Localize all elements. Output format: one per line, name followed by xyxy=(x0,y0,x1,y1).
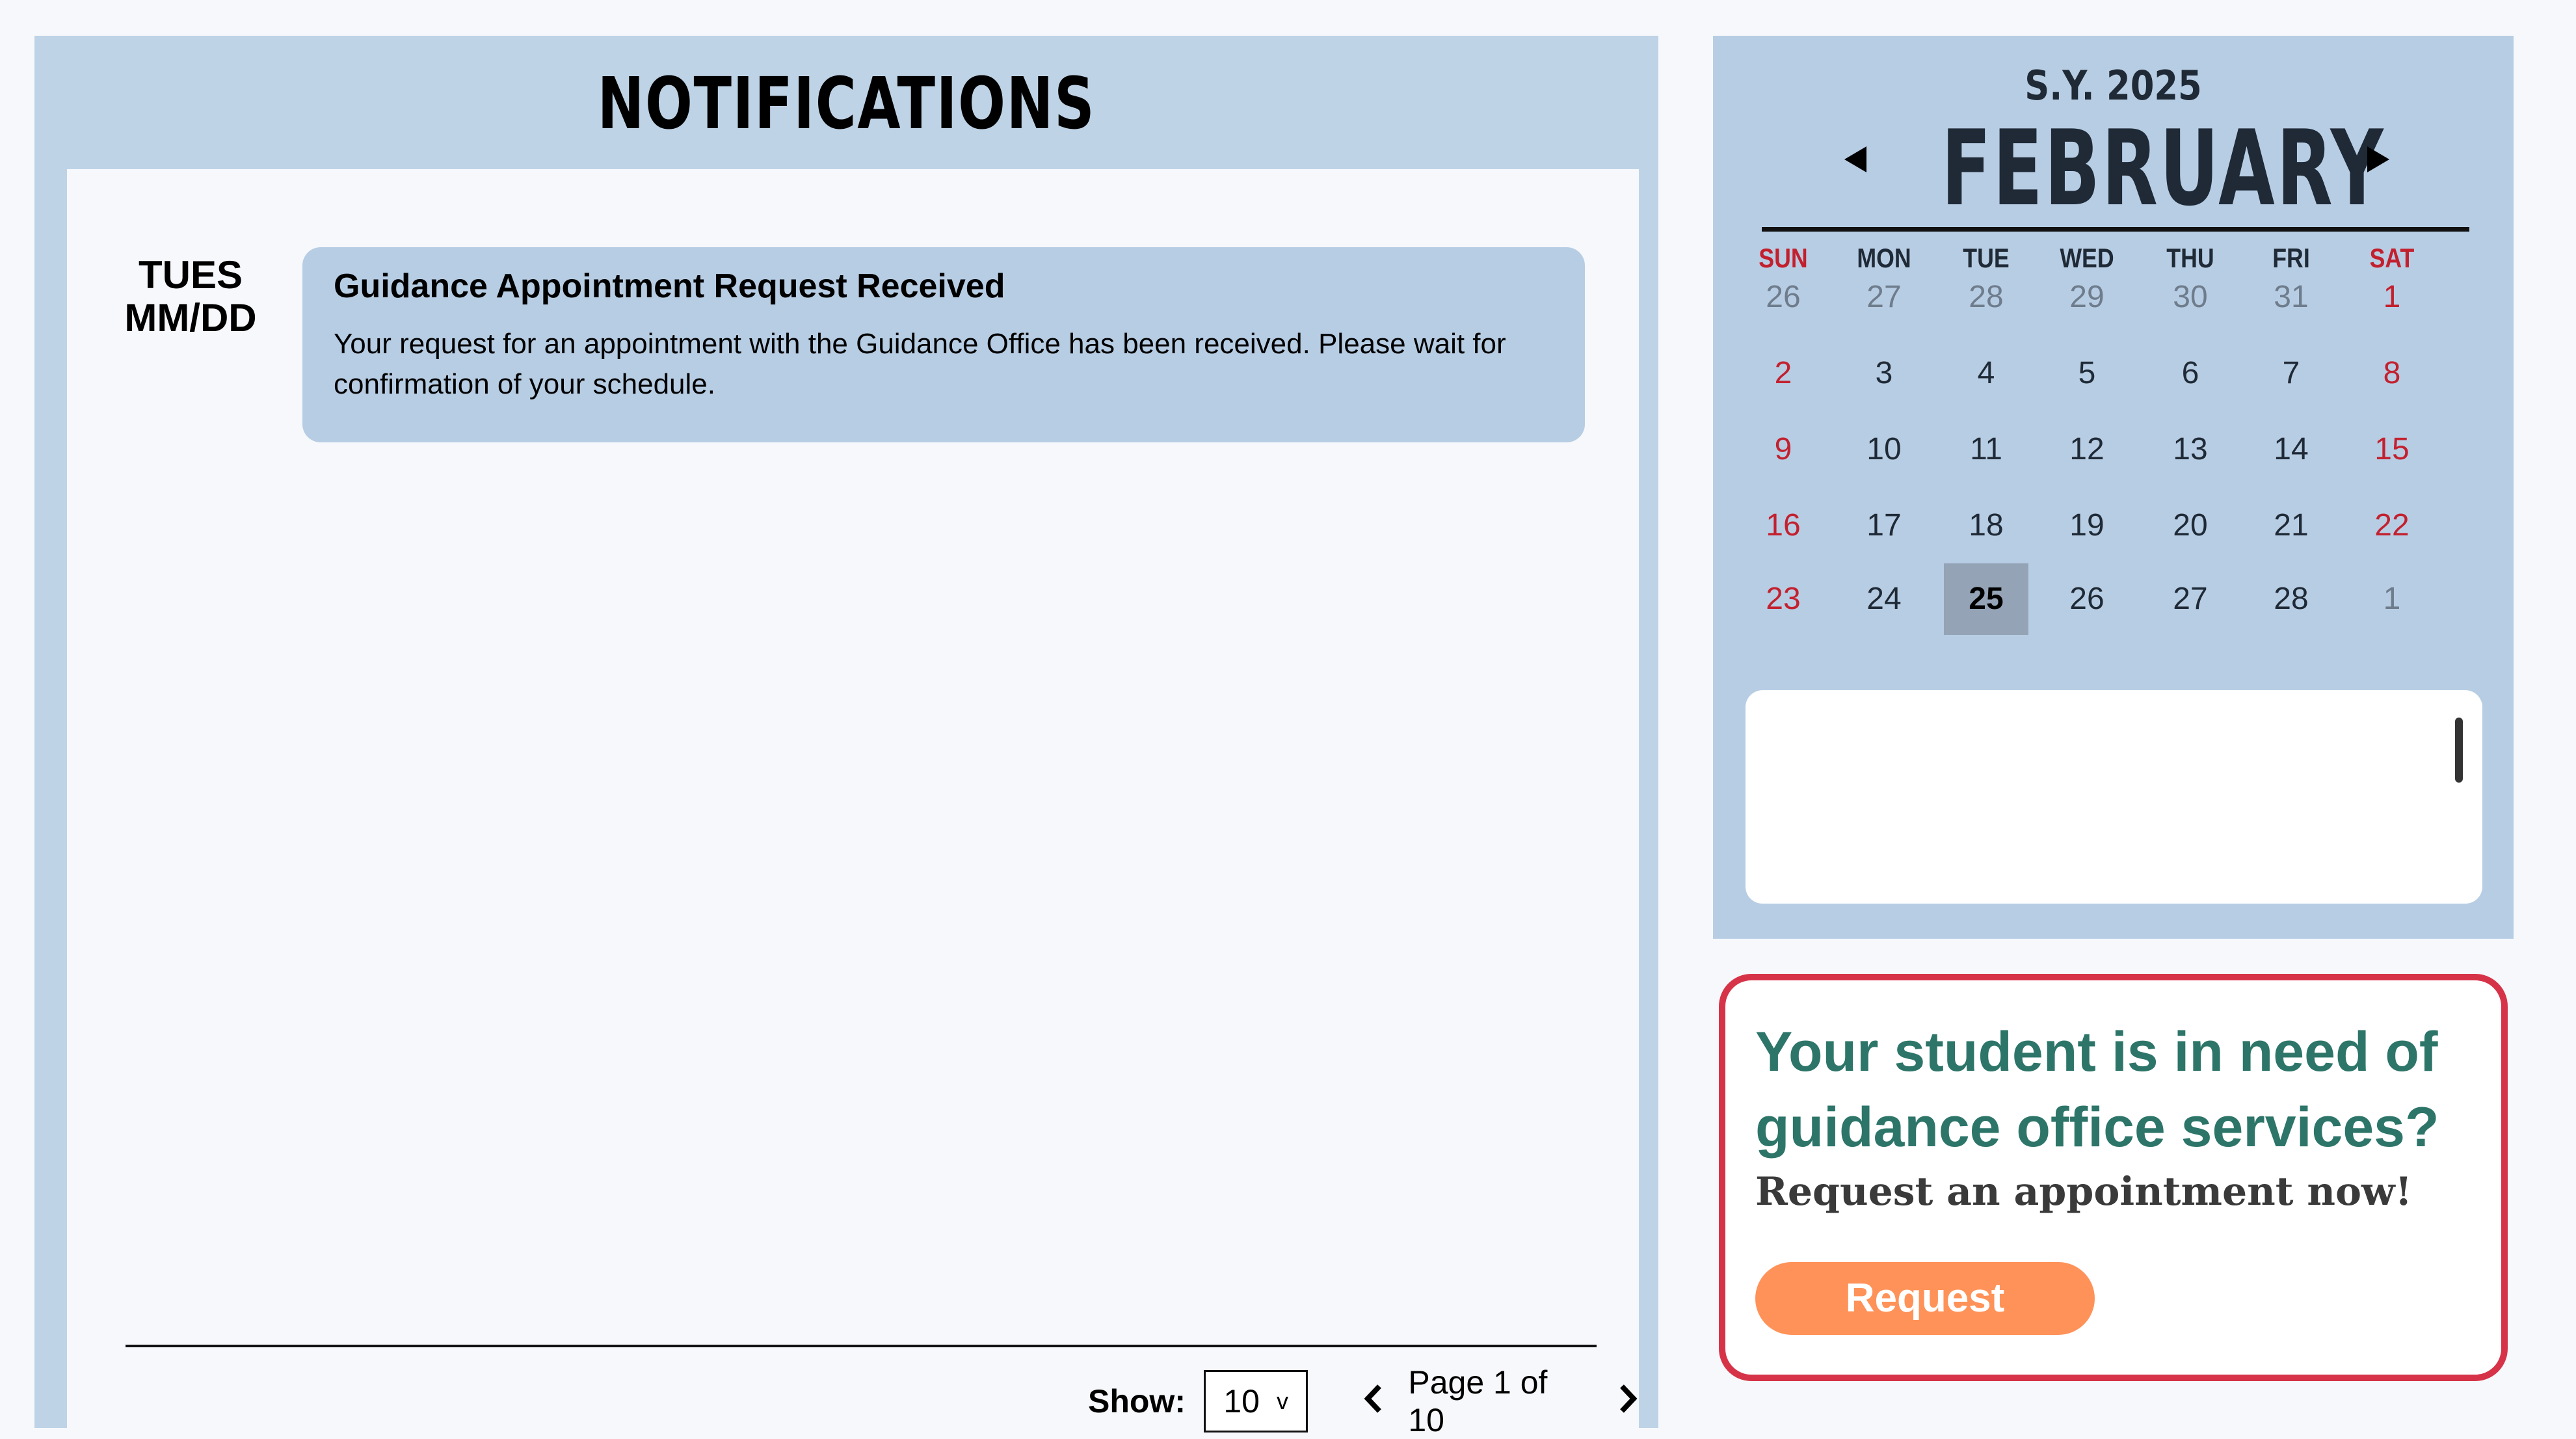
calendar-day[interactable]: 18 xyxy=(1944,490,2028,561)
calendar-day[interactable]: 3 xyxy=(1842,338,1926,409)
chevron-left-icon[interactable] xyxy=(1362,1379,1385,1424)
school-year: S.Y. 2025 xyxy=(2025,62,2202,109)
calendar-day[interactable]: 1 xyxy=(2350,563,2434,635)
calendar-day[interactable]: 8 xyxy=(2350,338,2434,409)
pagination: Show: 10 v Page 1 of 10 xyxy=(1088,1364,1639,1438)
prev-month-icon[interactable] xyxy=(1843,145,1869,182)
calendar-day[interactable]: 7 xyxy=(2249,338,2333,409)
page-indicator: Page 1 of 10 xyxy=(1408,1364,1548,1438)
calendar-day[interactable]: 28 xyxy=(2249,563,2333,635)
notification-title: Guidance Appointment Request Received xyxy=(334,267,1005,305)
chevron-down-icon: v xyxy=(1276,1388,1288,1414)
notifications-title: NOTIFICATIONS xyxy=(597,62,1096,145)
chevron-right-icon[interactable] xyxy=(1617,1379,1639,1424)
calendar-day[interactable]: 29 xyxy=(2045,262,2129,333)
request-button[interactable]: Request xyxy=(1755,1262,2095,1335)
calendar-day[interactable]: 24 xyxy=(1842,563,1926,635)
notification-date: TUES MM/DD xyxy=(93,254,288,340)
calendar-day[interactable]: 31 xyxy=(2249,262,2333,333)
calendar-day[interactable]: 28 xyxy=(1944,262,2028,333)
calendar-day[interactable]: 25 xyxy=(1944,563,2028,635)
month-name: FEBRUARY xyxy=(1941,107,2385,229)
month-header: FEBRUARY xyxy=(1713,107,2514,229)
calendar-day[interactable]: 6 xyxy=(2148,338,2233,409)
calendar-day[interactable]: 21 xyxy=(2249,490,2333,561)
page-size-select[interactable]: 10 v xyxy=(1203,1370,1308,1432)
pager-divider xyxy=(126,1345,1597,1347)
calendar-day[interactable]: 4 xyxy=(1944,338,2028,409)
notification-day: TUES xyxy=(138,253,243,297)
calendar-day[interactable]: 13 xyxy=(2148,414,2233,485)
calendar-day[interactable]: 30 xyxy=(2148,262,2233,333)
page-size-value: 10 xyxy=(1223,1383,1260,1419)
calendar-day[interactable]: 11 xyxy=(1944,414,2028,485)
calendar-day[interactable]: 26 xyxy=(1741,262,1826,333)
calendar-day[interactable]: 27 xyxy=(1842,262,1926,333)
calendar-day[interactable]: 17 xyxy=(1842,490,1926,561)
next-month-icon[interactable] xyxy=(2365,145,2391,182)
calendar-day[interactable]: 10 xyxy=(1842,414,1926,485)
calendar-day[interactable]: 9 xyxy=(1741,414,1826,485)
calendar-day[interactable]: 2 xyxy=(1741,338,1826,409)
calendar-day[interactable]: 27 xyxy=(2148,563,2233,635)
show-label: Show: xyxy=(1088,1383,1186,1419)
calendar-day[interactable]: 23 xyxy=(1741,563,1826,635)
cta-subheading: Request an appointment now! xyxy=(1755,1169,2413,1215)
calendar-day[interactable]: 26 xyxy=(2045,563,2129,635)
calendar-day[interactable]: 16 xyxy=(1741,490,1826,561)
notification-text: Your request for an appointment with the… xyxy=(334,328,1506,400)
calendar-day[interactable]: 19 xyxy=(2045,490,2129,561)
calendar-panel: S.Y. 2025 FEBRUARY SUN MON TUE WED THU FRI SAT… xyxy=(1713,36,2514,939)
calendar-day[interactable]: 22 xyxy=(2350,490,2434,561)
calendar-day[interactable]: 12 xyxy=(2045,414,2129,485)
calendar-day[interactable]: 20 xyxy=(2148,490,2233,561)
scrollbar[interactable] xyxy=(2455,718,2463,783)
notification-mmdd: MM/DD xyxy=(124,296,257,340)
cta-heading: Your student is in need of guidance offi… xyxy=(1755,1021,2439,1159)
appointment-cta: Your student is in need of guidance offi… xyxy=(1719,974,2508,1381)
calendar-rule xyxy=(1762,227,2469,232)
calendar-day[interactable]: 5 xyxy=(2045,338,2129,409)
notifications-panel: NOTIFICATIONS TUES MM/DD Guidance Appoin… xyxy=(34,36,1658,1438)
notification-card[interactable]: Guidance Appointment Request Received Yo… xyxy=(302,247,1585,442)
calendar-day[interactable]: 15 xyxy=(2350,414,2434,485)
notifications-list: TUES MM/DD Guidance Appointment Request … xyxy=(67,169,1639,1438)
calendar-day[interactable]: 14 xyxy=(2249,414,2333,485)
calendar-day[interactable]: 1 xyxy=(2350,262,2434,333)
calendar-events-box[interactable] xyxy=(1746,690,2482,904)
